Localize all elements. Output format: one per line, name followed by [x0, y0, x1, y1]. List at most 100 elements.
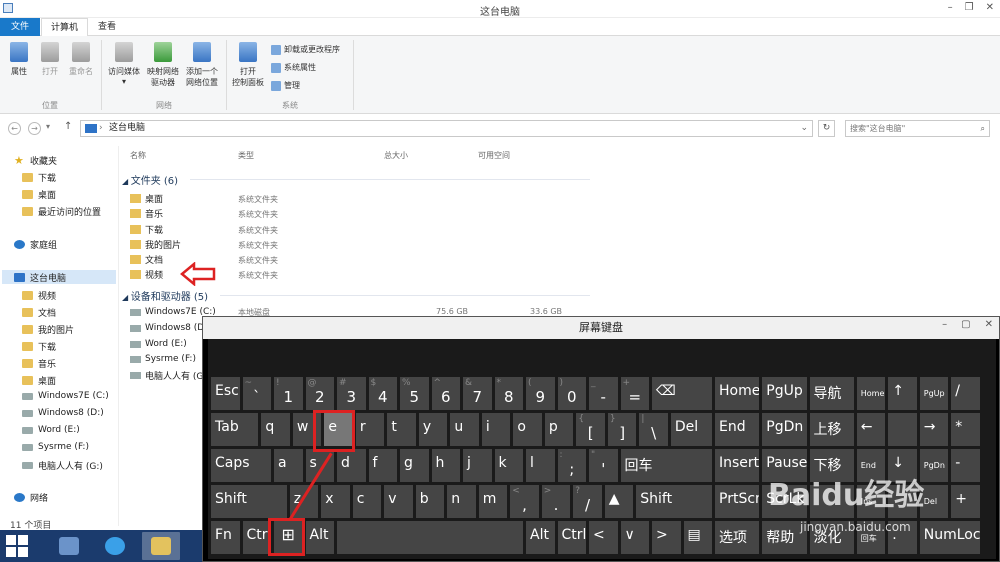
system-properties-button[interactable]: 系统属性: [271, 62, 316, 73]
drive-item[interactable]: Sysrme (F:): [130, 354, 196, 364]
osk-key[interactable]: Alt: [305, 521, 334, 554]
osk-key[interactable]: l: [526, 449, 555, 482]
osk-key[interactable]: PrtScn: [715, 485, 760, 518]
column-name[interactable]: 名称: [130, 150, 146, 161]
osk-key[interactable]: b: [415, 485, 445, 518]
osk-key[interactable]: y: [418, 413, 448, 446]
osk-key[interactable]: ) 0: [557, 377, 586, 410]
osk-key[interactable]: i: [481, 413, 511, 446]
osk-key[interactable]: o: [513, 413, 542, 446]
osk-key[interactable]: Home: [715, 377, 760, 410]
rename-button[interactable]: 重命名: [66, 38, 96, 77]
osk-key[interactable]: Del: [670, 413, 712, 446]
osk-key[interactable]: Ctrl: [557, 521, 586, 554]
osk-key[interactable]: _ -: [589, 377, 618, 410]
osk-key[interactable]: Caps: [211, 449, 271, 482]
minimize-icon[interactable]: –: [948, 2, 953, 13]
osk-key[interactable]: 导航: [809, 377, 854, 410]
address-dropdown-icon[interactable]: ⌄: [800, 121, 808, 136]
close-icon[interactable]: ✕: [985, 319, 993, 330]
osk-key[interactable]: f: [368, 449, 397, 482]
search-input[interactable]: 搜索"这台电脑" ⌕: [845, 120, 990, 137]
column-type[interactable]: 类型: [238, 150, 254, 161]
taskbar-server-manager[interactable]: [50, 532, 88, 560]
osk-key[interactable]: Ctrl: [242, 521, 271, 554]
manage-button[interactable]: 管理: [271, 80, 300, 91]
osk-key[interactable]: Esc: [211, 377, 240, 410]
osk-key[interactable]: >: [652, 521, 681, 554]
folder-item[interactable]: 音乐: [130, 207, 163, 220]
osk-key[interactable]: [888, 413, 917, 446]
osk-key[interactable]: <: [589, 521, 618, 554]
nav-fav-item[interactable]: 最近访问的位置: [22, 205, 101, 218]
osk-key[interactable]: +: [951, 485, 980, 518]
osk-key[interactable]: -: [951, 449, 980, 482]
osk-key[interactable]: :;: [557, 449, 586, 482]
osk-key[interactable]: r: [355, 413, 385, 446]
restore-icon[interactable]: ❐: [965, 2, 974, 13]
osk-key[interactable]: 选项: [715, 521, 760, 554]
osk-key[interactable]: + =: [620, 377, 649, 410]
osk-key[interactable]: h: [431, 449, 460, 482]
osk-key[interactable]: Fn: [211, 521, 240, 554]
osk-key[interactable]: <,: [510, 485, 539, 518]
uninstall-program-button[interactable]: 卸载或更改程序: [271, 44, 340, 55]
nav-favorites[interactable]: ★ 收藏夹: [14, 154, 57, 167]
osk-key[interactable]: NumLock: [919, 521, 980, 554]
folder-item[interactable]: 我的图片: [130, 238, 181, 251]
nav-fav-item[interactable]: 下载: [22, 171, 56, 184]
osk-key[interactable]: g: [400, 449, 429, 482]
osk-key[interactable]: End: [715, 413, 760, 446]
osk-key[interactable]: {[: [576, 413, 605, 446]
osk-key[interactable]: PgUp: [919, 377, 949, 410]
map-drive-button[interactable]: 映射网络 驱动器: [144, 38, 182, 88]
osk-key[interactable]: Home: [856, 377, 886, 410]
osk-key[interactable]: ⊞: [274, 521, 303, 554]
taskbar-explorer[interactable]: [142, 532, 180, 560]
osk-key[interactable]: ←: [856, 413, 886, 446]
tab-view[interactable]: 查看: [92, 18, 122, 36]
properties-button[interactable]: 属性: [4, 38, 34, 77]
start-button[interactable]: [6, 535, 28, 557]
osk-key[interactable]: ~ `: [242, 377, 271, 410]
nav-pc-item[interactable]: 音乐: [22, 357, 56, 370]
osk-key[interactable]: @2: [305, 377, 334, 410]
osk-key[interactable]: k: [494, 449, 523, 482]
osk-key[interactable]: [337, 521, 523, 554]
address-input[interactable]: › 这台电脑 ⌄: [80, 120, 813, 137]
open-control-panel-button[interactable]: 打开 控制面板: [229, 38, 267, 88]
add-network-location-button[interactable]: 添加一个 网络位置: [182, 38, 222, 88]
drives-group-header[interactable]: ◢ 设备和驱动器 (5): [122, 288, 208, 303]
osk-key[interactable]: PgDn: [762, 413, 807, 446]
column-total-size[interactable]: 总大小: [384, 150, 408, 161]
osk-key[interactable]: u: [450, 413, 479, 446]
nav-drive-item[interactable]: Windows8 (D:): [22, 408, 104, 418]
nav-fav-item[interactable]: 桌面: [22, 188, 56, 201]
drive-item[interactable]: Word (E:): [130, 339, 187, 349]
osk-key[interactable]: #3: [337, 377, 366, 410]
osk-key[interactable]: }]: [607, 413, 637, 446]
osk-key[interactable]: Shift: [636, 485, 712, 518]
osk-key[interactable]: *: [951, 413, 980, 446]
osk-key[interactable]: d: [337, 449, 366, 482]
drive-item[interactable]: Windows8 (D: [130, 323, 204, 333]
taskbar-ie[interactable]: [96, 532, 134, 560]
osk-key[interactable]: 回车: [620, 449, 712, 482]
nav-drive-item[interactable]: Windows7E (C:): [22, 391, 109, 401]
osk-key[interactable]: " ': [589, 449, 618, 482]
open-button[interactable]: 打开: [35, 38, 65, 77]
nav-pc-item[interactable]: 视频: [22, 289, 56, 302]
folder-item[interactable]: 下载: [130, 223, 163, 236]
osk-key[interactable]: Tab: [211, 413, 259, 446]
folder-item[interactable]: 桌面: [130, 192, 163, 205]
osk-key[interactable]: 上移: [809, 413, 854, 446]
folder-item[interactable]: 文档: [130, 253, 163, 266]
osk-key[interactable]: ? /: [573, 485, 602, 518]
osk-key[interactable]: w: [292, 413, 322, 446]
osk-key[interactable]: ▲: [604, 485, 634, 518]
osk-key[interactable]: a: [274, 449, 303, 482]
osk-key[interactable]: ∨: [620, 521, 649, 554]
folders-group-header[interactable]: ◢ 文件夹 (6): [122, 172, 178, 187]
osk-key[interactable]: x: [321, 485, 350, 518]
osk-key[interactable]: n: [447, 485, 476, 518]
